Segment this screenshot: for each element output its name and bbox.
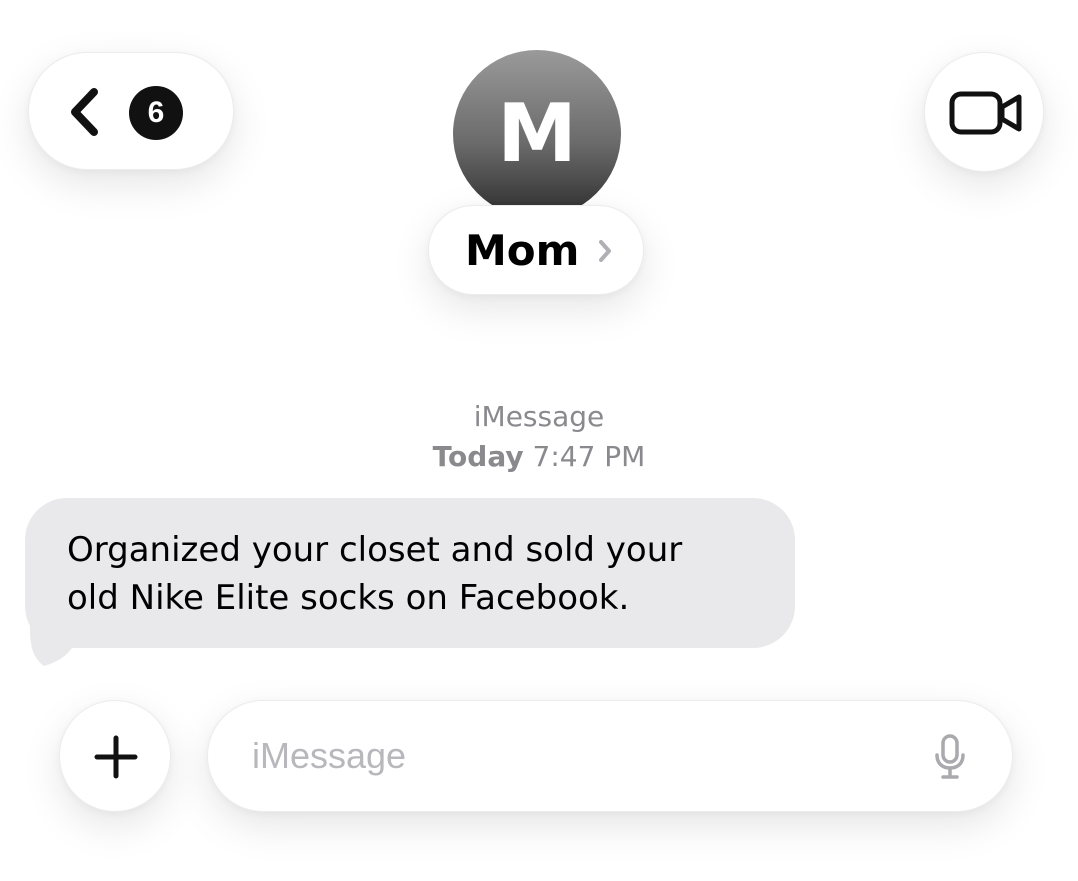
facetime-video-button[interactable]	[924, 52, 1044, 172]
microphone-icon[interactable]	[932, 733, 968, 781]
timestamp-time: 7:47 PM	[532, 440, 646, 473]
chevron-left-icon	[71, 88, 98, 136]
video-camera-icon	[949, 91, 1022, 135]
message-composer[interactable]	[207, 700, 1013, 812]
back-button[interactable]: 6	[28, 52, 234, 170]
contact-name: Mom	[465, 226, 580, 275]
contact-name-button[interactable]: Mom	[428, 205, 644, 295]
plus-icon	[94, 735, 138, 779]
message-timestamp: Today 7:47 PM	[0, 440, 1078, 473]
incoming-message-bubble[interactable]: Organized your closet and sold your old …	[25, 498, 795, 648]
chevron-right-icon	[599, 240, 611, 262]
message-service-label: iMessage	[473, 400, 605, 433]
timestamp-day: Today	[432, 440, 524, 473]
message-input[interactable]	[252, 723, 892, 789]
attach-button[interactable]	[59, 700, 171, 812]
contact-avatar[interactable]: M	[453, 50, 621, 218]
unread-count-badge: 6	[129, 86, 183, 140]
message-text: Organized your closet and sold your old …	[67, 530, 683, 618]
